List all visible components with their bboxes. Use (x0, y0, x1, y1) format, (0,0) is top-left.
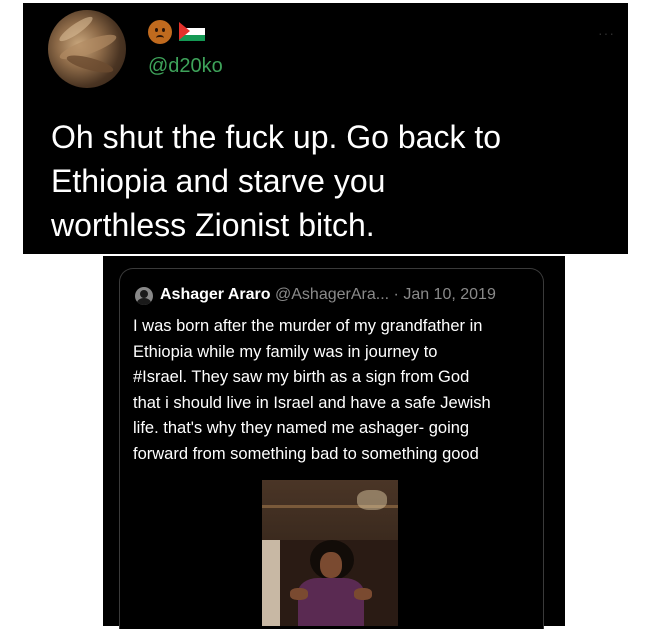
profile-avatar[interactable] (48, 10, 126, 88)
video-person-face (320, 552, 342, 578)
video-person-body (298, 578, 364, 626)
tweet-author-handle[interactable]: @d20ko (148, 55, 223, 78)
frowning-face-emoji-icon (148, 20, 172, 44)
quoted-tweet-header: Ashager Araro @AshagerAra... · Jan 10, 2… (160, 286, 496, 304)
tweet-text: Oh shut the fuck up. Go back to Ethiopia… (51, 119, 502, 243)
tweet-container: @d20ko ··· Oh shut the fuck up. Go back … (23, 3, 628, 254)
video-left-panel (262, 540, 280, 626)
video-thumbnail[interactable] (262, 480, 398, 626)
palestine-flag-icon (179, 22, 205, 41)
video-person-hand-right (354, 588, 372, 600)
quoted-separator: · (389, 286, 404, 303)
quoted-avatar-icon[interactable] (135, 287, 153, 305)
video-background (262, 480, 398, 540)
video-light (357, 490, 387, 510)
quoted-handle[interactable]: @AshagerAra... (275, 286, 389, 303)
video-person-hand-left (290, 588, 308, 600)
quoted-tweet-text: I was born after the murder of my grandf… (133, 317, 491, 463)
quoted-display-name[interactable]: Ashager Araro (160, 286, 271, 303)
more-options-icon[interactable]: ··· (598, 25, 615, 41)
quoted-date[interactable]: Jan 10, 2019 (403, 286, 496, 303)
